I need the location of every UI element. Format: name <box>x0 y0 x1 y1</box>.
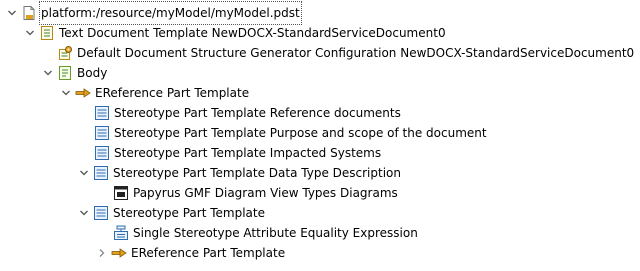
tree-item-label: Papyrus GMF Diagram View Types Diagrams <box>133 186 398 200</box>
tree-item-stereotype-part-template[interactable]: Stereotype Part Template <box>78 203 265 223</box>
ereference-arrow-icon <box>111 245 127 261</box>
chevron-down-icon[interactable] <box>6 3 18 23</box>
tree-item-label: Stereotype Part Template <box>113 206 265 220</box>
tree-item-label: EReference Part Template <box>95 86 250 100</box>
tree-item-label: EReference Part Template <box>131 246 286 260</box>
chevron-down-icon[interactable] <box>78 163 90 183</box>
tree-item-papyrus-diagrams[interactable]: Papyrus GMF Diagram View Types Diagrams <box>113 183 398 203</box>
chevron-right-icon[interactable] <box>96 243 108 263</box>
chevron-down-icon[interactable] <box>42 63 54 83</box>
chevron-down-icon[interactable] <box>78 203 90 223</box>
tree-item-stereotype-purpose-scope[interactable]: Stereotype Part Template Purpose and sco… <box>94 123 487 143</box>
tree-item-label: Body <box>77 66 108 80</box>
document-template-icon <box>39 25 55 41</box>
tree-item-label: Stereotype Part Template Impacted System… <box>114 146 382 160</box>
generator-config-icon <box>57 45 73 61</box>
chevron-down-icon[interactable] <box>60 83 72 103</box>
stereotype-part-icon <box>94 145 110 161</box>
tree-item-generator-configuration[interactable]: Default Document Structure Generator Con… <box>57 43 634 63</box>
tree-item-label: Single Stereotype Attribute Equality Exp… <box>133 226 418 240</box>
tree-item-label: Stereotype Part Template Data Type Descr… <box>113 166 401 180</box>
model-tree: platform:/resource/myModel/myModel.pdst … <box>0 0 640 271</box>
stereotype-part-icon <box>93 165 109 181</box>
stereotype-part-icon <box>93 205 109 221</box>
tree-item-body[interactable]: Body <box>42 63 107 83</box>
diagram-icon <box>113 185 129 201</box>
tree-item-stereotype-impacted-systems[interactable]: Stereotype Part Template Impacted System… <box>94 143 381 163</box>
equality-expression-icon <box>113 225 129 241</box>
tree-item-label: Stereotype Part Template Purpose and sco… <box>114 126 487 140</box>
tree-item-ereference-part-template-nested[interactable]: EReference Part Template <box>96 243 285 263</box>
ereference-arrow-icon <box>75 85 91 101</box>
tree-item-label: Text Document Template NewDOCX-StandardS… <box>59 26 446 40</box>
tree-item-stereotype-data-type-description[interactable]: Stereotype Part Template Data Type Descr… <box>78 163 401 183</box>
stereotype-part-icon <box>94 125 110 141</box>
tree-item-label: Default Document Structure Generator Con… <box>77 46 635 60</box>
tree-item-text-document-template[interactable]: Text Document Template NewDOCX-StandardS… <box>24 23 446 43</box>
tree-item-stereotype-reference-documents[interactable]: Stereotype Part Template Reference docum… <box>94 103 401 123</box>
tree-item-label: platform:/resource/myModel/myModel.pdst <box>39 1 302 25</box>
stereotype-part-icon <box>94 105 110 121</box>
body-icon <box>57 65 73 81</box>
tree-item-root[interactable]: platform:/resource/myModel/myModel.pdst <box>6 1 302 25</box>
tree-item-ereference-part-template[interactable]: EReference Part Template <box>60 83 249 103</box>
tree-item-equality-expression[interactable]: Single Stereotype Attribute Equality Exp… <box>113 223 418 243</box>
file-icon <box>21 5 37 21</box>
tree-item-label: Stereotype Part Template Reference docum… <box>114 106 401 120</box>
chevron-down-icon[interactable] <box>24 23 36 43</box>
